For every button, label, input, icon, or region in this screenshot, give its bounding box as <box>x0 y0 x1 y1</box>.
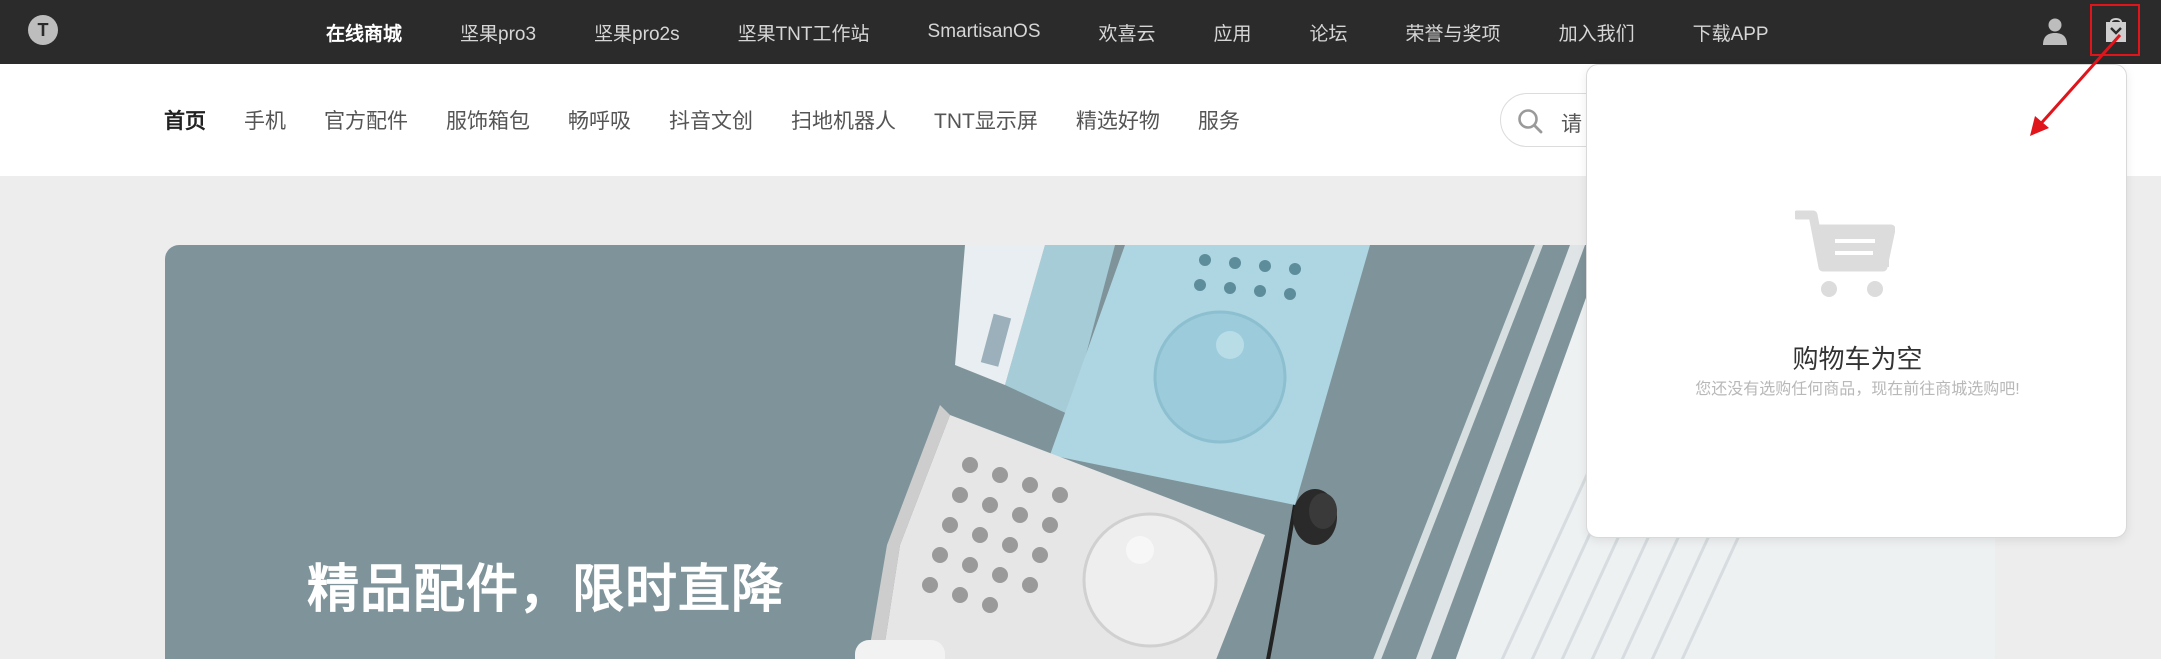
category-douyin[interactable]: 抖音文创 <box>669 105 753 135</box>
category-apparel-bags[interactable]: 服饰箱包 <box>446 105 530 135</box>
search-icon <box>1518 109 1543 134</box>
search-placeholder: 请 <box>1561 113 1582 136</box>
top-nav-pro2s[interactable]: 坚果pro2s <box>594 19 680 46</box>
category-home[interactable]: 首页 <box>164 105 206 135</box>
top-nav-apps[interactable]: 应用 <box>1214 19 1252 46</box>
top-nav-join-us[interactable]: 加入我们 <box>1559 19 1635 46</box>
category-phones[interactable]: 手机 <box>244 105 286 135</box>
top-nav-download-app[interactable]: 下载APP <box>1693 19 1769 46</box>
top-nav-tnt-workstation[interactable]: 坚果TNT工作站 <box>738 19 870 46</box>
cart-empty-description: 您还没有选购任何商品，现在前往商城选购吧! <box>1695 381 2020 398</box>
logo-letter: T <box>37 20 49 40</box>
top-bar: T 在线商城 坚果pro3 坚果pro2s 坚果TNT工作站 Smartisan… <box>0 0 2161 64</box>
top-nav-online-store[interactable]: 在线商城 <box>326 19 402 46</box>
annotation-arrow-icon <box>2030 34 2122 136</box>
category-links: 首页 手机 官方配件 服饰箱包 畅呼吸 抖音文创 扫地机器人 TNT显示屏 精选… <box>164 64 1240 176</box>
category-tnt-display[interactable]: TNT显示屏 <box>934 105 1038 135</box>
category-services[interactable]: 服务 <box>1198 105 1240 135</box>
category-breathe[interactable]: 畅呼吸 <box>568 105 631 135</box>
top-nav: 在线商城 坚果pro3 坚果pro2s 坚果TNT工作站 SmartisanOS… <box>326 0 1769 64</box>
top-nav-pro3[interactable]: 坚果pro3 <box>460 19 536 46</box>
top-nav-huanxi-cloud[interactable]: 欢喜云 <box>1099 19 1156 46</box>
category-accessories[interactable]: 官方配件 <box>324 105 408 135</box>
smartisan-logo[interactable]: T <box>28 15 58 45</box>
category-robot-vacuum[interactable]: 扫地机器人 <box>791 105 896 135</box>
top-nav-honors[interactable]: 荣誉与奖项 <box>1406 19 1501 46</box>
top-nav-smartisanos[interactable]: SmartisanOS <box>928 21 1041 43</box>
banner-title: 精品配件，限时直降 <box>307 561 785 619</box>
empty-cart-icon <box>1795 210 1895 297</box>
category-selected-goods[interactable]: 精选好物 <box>1076 105 1160 135</box>
top-nav-forum[interactable]: 论坛 <box>1310 19 1348 46</box>
cart-empty-title: 购物车为空 <box>1792 344 1923 374</box>
